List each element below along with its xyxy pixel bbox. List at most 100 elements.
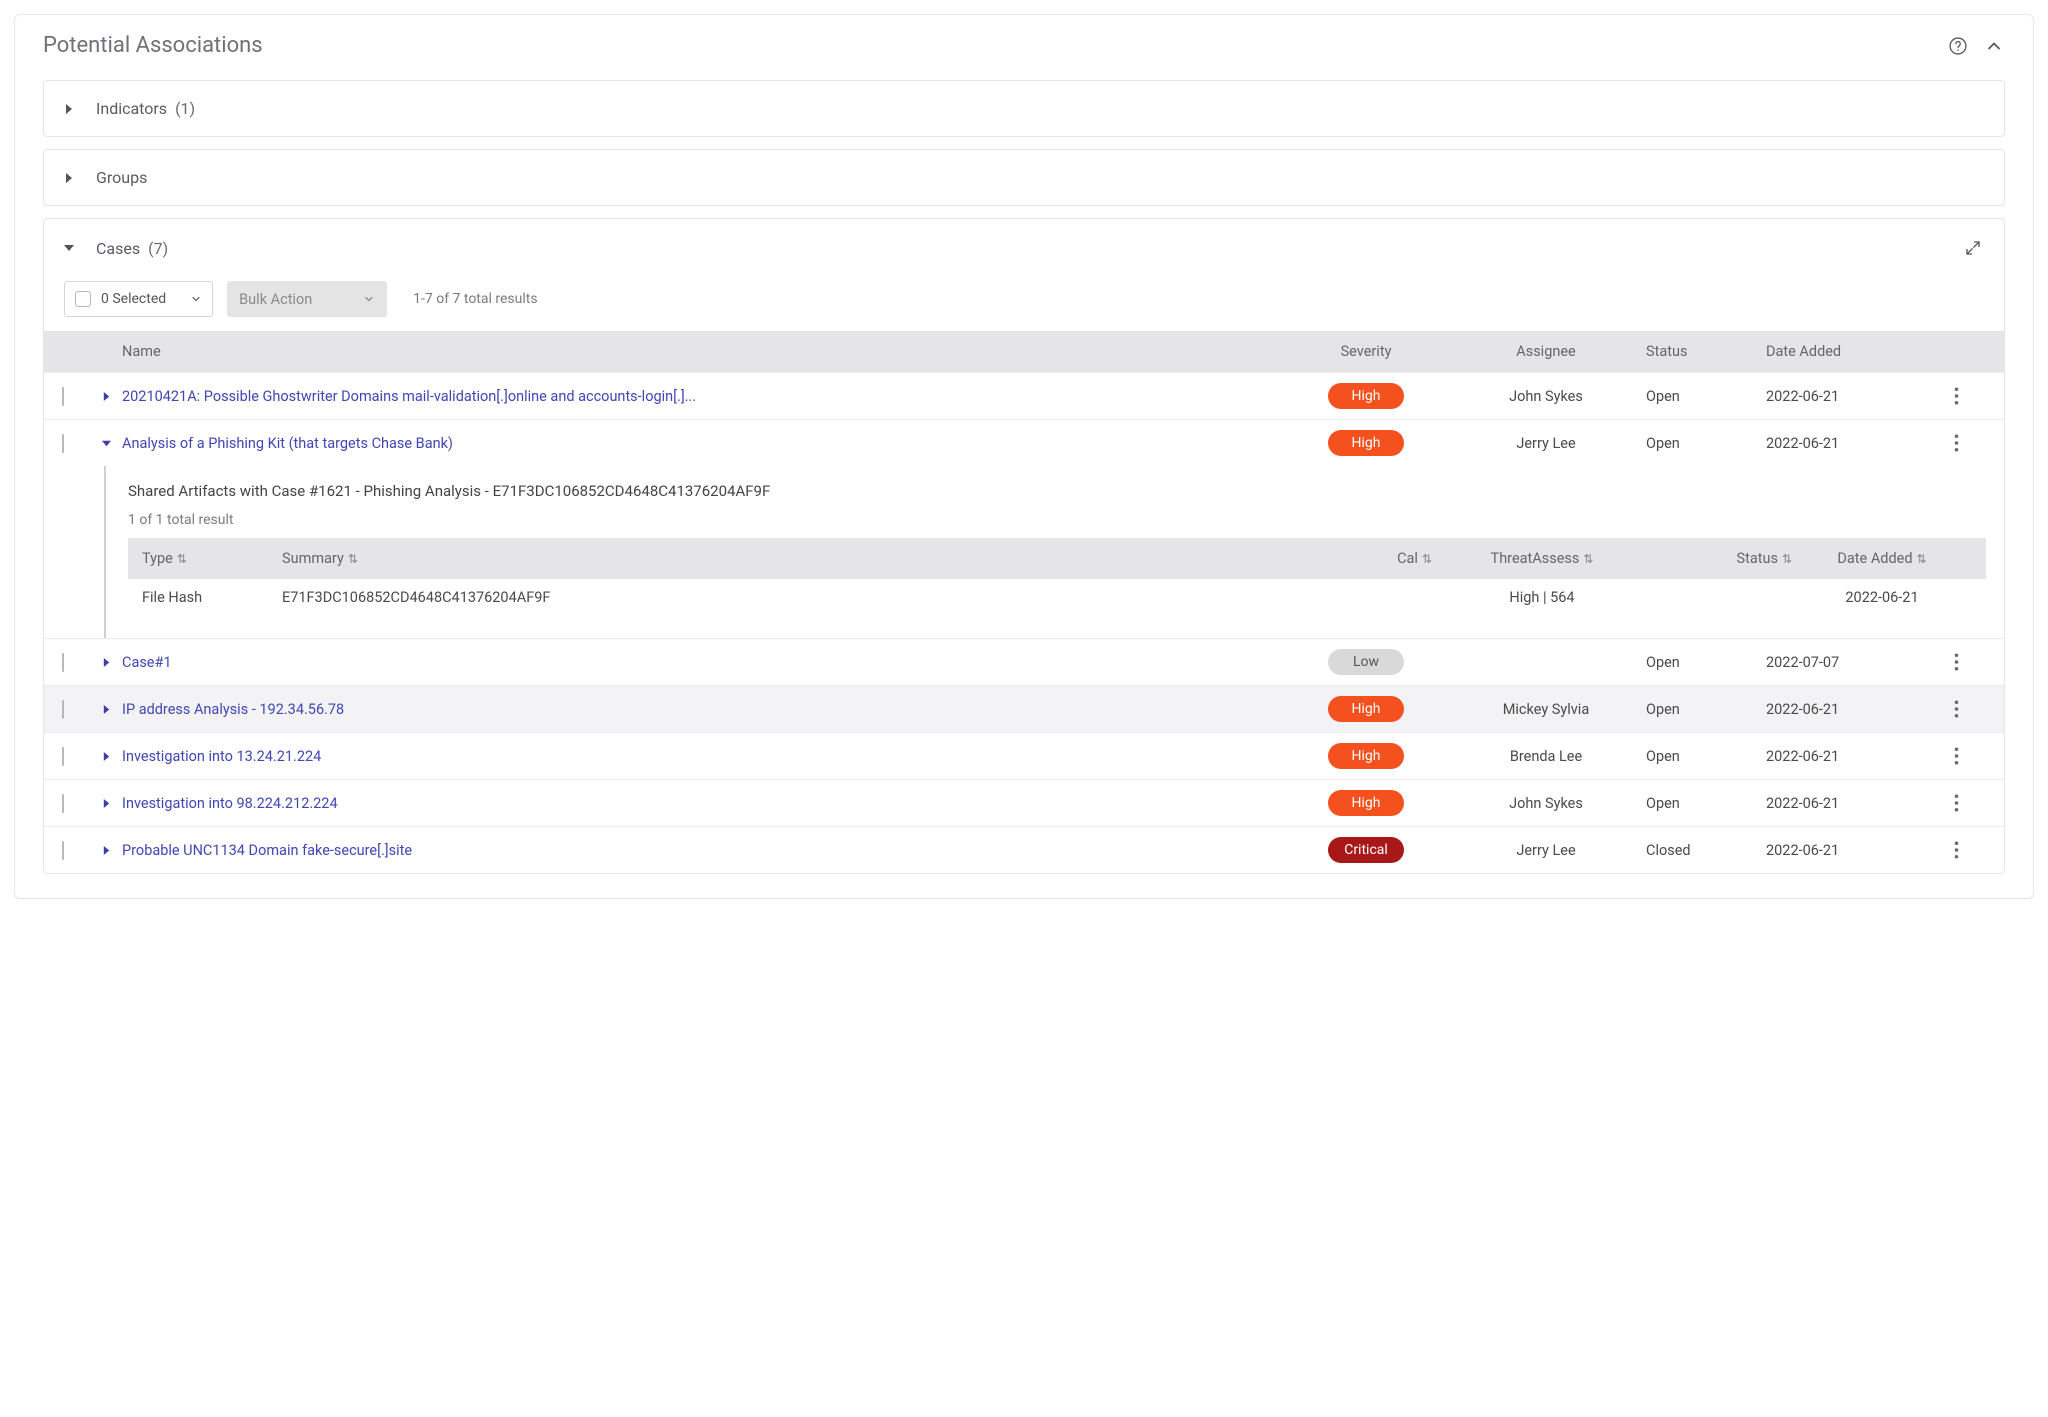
row-actions-menu[interactable] <box>1926 794 1986 812</box>
cases-label: Cases <box>96 239 140 258</box>
assignee-cell: John Sykes <box>1446 388 1646 405</box>
col-status[interactable]: Status⇅ <box>1652 550 1792 567</box>
chevron-right-icon <box>64 104 78 114</box>
row-checkbox[interactable] <box>62 794 64 813</box>
selection-dropdown[interactable]: 0 Selected <box>64 281 213 317</box>
cases-panel: Cases (7) 0 Selected Bulk Action <box>43 218 2005 874</box>
assignee-cell: John Sykes <box>1446 795 1646 812</box>
row-actions-menu[interactable] <box>1926 387 1986 405</box>
assignee-cell: Mickey Sylvia <box>1446 701 1646 718</box>
row-expand-toggle[interactable] <box>102 439 122 448</box>
row-actions-menu[interactable] <box>1926 434 1986 452</box>
status-cell: Open <box>1646 435 1766 452</box>
groups-label: Groups <box>96 168 147 187</box>
severity-badge: High <box>1328 790 1404 816</box>
cases-count: (7) <box>148 239 168 258</box>
col-assignee[interactable]: Assignee <box>1446 343 1646 360</box>
case-name-link[interactable]: 20210421A: Possible Ghostwriter Domains … <box>122 388 1286 405</box>
row-checkbox[interactable] <box>62 747 64 766</box>
col-severity[interactable]: Severity <box>1286 343 1446 360</box>
row-actions-menu[interactable] <box>1926 700 1986 718</box>
row-checkbox[interactable] <box>62 434 64 453</box>
shared-artifacts-title: Shared Artifacts with Case #1621 - Phish… <box>128 482 1986 500</box>
selection-count-label: 0 Selected <box>101 291 166 307</box>
bulk-action-dropdown[interactable]: Bulk Action <box>227 281 387 317</box>
row-expand-toggle[interactable] <box>102 799 122 808</box>
date-cell: 2022-06-21 <box>1766 701 1926 718</box>
date-cell: 2022-06-21 <box>1766 435 1926 452</box>
card-header-actions <box>1947 35 2005 57</box>
row-expand-toggle[interactable] <box>102 846 122 855</box>
chevron-down-icon <box>190 293 202 305</box>
col-status[interactable]: Status <box>1646 343 1766 360</box>
case-name-link[interactable]: Investigation into 13.24.21.224 <box>122 748 1286 765</box>
row-actions-menu[interactable] <box>1926 841 1986 859</box>
row-checkbox[interactable] <box>62 841 64 860</box>
row-expand-toggle[interactable] <box>102 705 122 714</box>
case-name-link[interactable]: Probable UNC1134 Domain fake-secure[.]si… <box>122 842 1286 859</box>
status-cell: Open <box>1646 795 1766 812</box>
case-name-link[interactable]: Case#1 <box>122 654 1286 671</box>
col-threat[interactable]: ThreatAssess⇅ <box>1432 550 1652 567</box>
bulk-action-label: Bulk Action <box>239 291 312 308</box>
col-cal[interactable]: Cal⇅ <box>1312 550 1432 567</box>
table-row: IP address Analysis - 192.34.56.78 High … <box>44 685 2004 732</box>
indicators-header[interactable]: Indicators (1) <box>44 81 2004 136</box>
results-summary: 1-7 of 7 total results <box>413 291 537 307</box>
shared-artifacts-header: Type⇅ Summary⇅ Cal⇅ ThreatAssess⇅ Status… <box>128 538 1986 579</box>
date-cell: 2022-06-21 <box>1766 795 1926 812</box>
card-header: Potential Associations <box>15 33 2033 68</box>
case-name-link[interactable]: IP address Analysis - 192.34.56.78 <box>122 701 1286 718</box>
chevron-down-icon <box>64 243 78 253</box>
case-name-link[interactable]: Analysis of a Phishing Kit (that targets… <box>122 435 1286 452</box>
status-cell: Open <box>1646 388 1766 405</box>
potential-associations-card: Potential Associations Indicators (1) Gr… <box>14 14 2034 899</box>
sort-icon: ⇅ <box>348 552 358 566</box>
sort-icon: ⇅ <box>1917 552 1927 566</box>
assignee-cell: Jerry Lee <box>1446 842 1646 859</box>
help-icon[interactable] <box>1947 35 1969 57</box>
row-checkbox[interactable] <box>62 653 64 672</box>
row-expand-toggle[interactable] <box>102 392 122 401</box>
table-row: Analysis of a Phishing Kit (that targets… <box>44 419 2004 466</box>
row-actions-menu[interactable] <box>1926 747 1986 765</box>
assignee-cell: Jerry Lee <box>1446 435 1646 452</box>
row-checkbox[interactable] <box>62 700 64 719</box>
artifact-threat: High | 564 <box>1432 589 1652 606</box>
select-all-checkbox[interactable] <box>75 291 91 307</box>
row-actions-menu[interactable] <box>1926 653 1986 671</box>
sort-icon: ⇅ <box>1782 552 1792 566</box>
date-cell: 2022-06-21 <box>1766 842 1926 859</box>
row-expand-toggle[interactable] <box>102 752 122 761</box>
expand-icon[interactable] <box>1962 237 1984 259</box>
cases-header[interactable]: Cases (7) <box>44 219 2004 277</box>
sort-icon: ⇅ <box>177 552 187 566</box>
col-date[interactable]: Date Added <box>1766 343 1926 360</box>
collapse-icon[interactable] <box>1983 35 2005 57</box>
severity-badge: Critical <box>1328 837 1404 863</box>
table-row: Case#1 Low Open 2022-07-07 <box>44 638 2004 685</box>
status-cell: Open <box>1646 701 1766 718</box>
col-type[interactable]: Type⇅ <box>142 550 282 567</box>
case-name-link[interactable]: Investigation into 98.224.212.224 <box>122 795 1286 812</box>
row-checkbox[interactable] <box>62 387 64 406</box>
groups-panel: Groups <box>43 149 2005 206</box>
artifact-type: File Hash <box>142 589 282 606</box>
indicators-panel: Indicators (1) <box>43 80 2005 137</box>
row-expand-toggle[interactable] <box>102 658 122 667</box>
col-summary[interactable]: Summary⇅ <box>282 550 1312 567</box>
severity-badge: High <box>1328 430 1404 456</box>
cases-toolbar: 0 Selected Bulk Action 1-7 of 7 total re… <box>44 277 2004 331</box>
indicators-label: Indicators <box>96 99 167 118</box>
status-cell: Open <box>1646 654 1766 671</box>
col-name[interactable]: Name <box>122 343 1286 360</box>
severity-badge: High <box>1328 696 1404 722</box>
col-date[interactable]: Date Added⇅ <box>1792 550 1972 567</box>
severity-badge: Low <box>1328 649 1404 675</box>
groups-header[interactable]: Groups <box>44 150 2004 205</box>
artifact-summary: E71F3DC106852CD4648C41376204AF9F <box>282 589 1312 606</box>
severity-badge: High <box>1328 743 1404 769</box>
cases-table-header: Name Severity Assignee Status Date Added <box>44 331 2004 372</box>
table-row: 20210421A: Possible Ghostwriter Domains … <box>44 372 2004 419</box>
severity-badge: High <box>1328 383 1404 409</box>
